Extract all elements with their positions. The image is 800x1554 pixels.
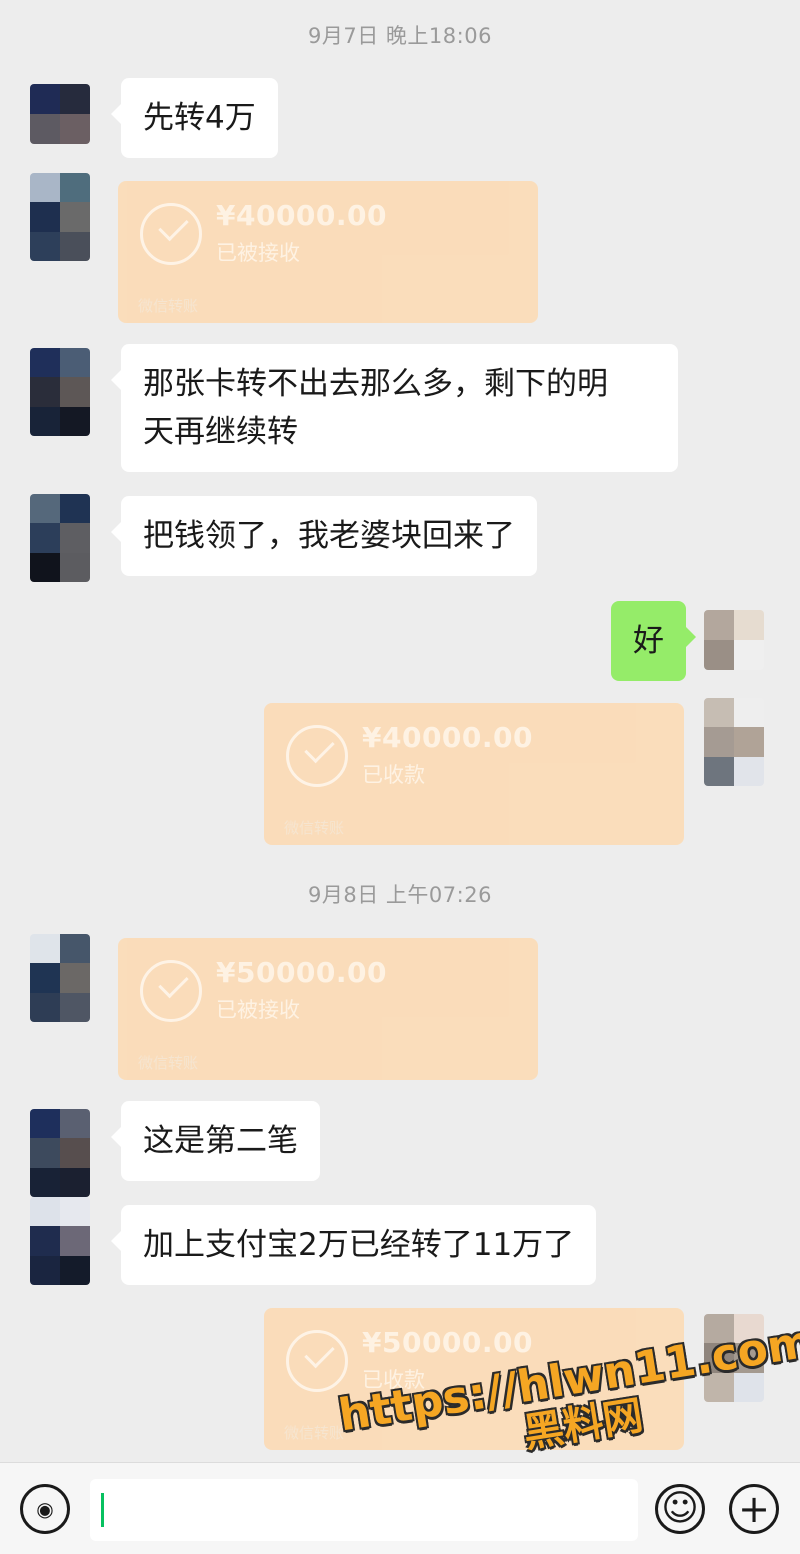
message-text: 加上支付宝2万已经转了11万了 [143, 1227, 575, 1263]
transfer-footer: 微信转账 [138, 297, 199, 315]
check-circle-icon [286, 725, 348, 787]
transfer-status: 已被接收 [216, 241, 300, 265]
avatar[interactable] [30, 173, 90, 261]
transfer-amount: ¥40000.00 [362, 721, 533, 754]
own-avatar[interactable] [704, 698, 764, 786]
voice-icon[interactable]: ◉ [20, 1484, 70, 1534]
check-circle-icon [140, 203, 202, 265]
own-message-bubble[interactable]: 好 [611, 601, 696, 681]
transfer-footer: 微信转账 [284, 819, 345, 837]
input-bar: ◉ ☺ + [0, 1462, 800, 1554]
message-input[interactable] [90, 1479, 638, 1541]
check-circle-icon [140, 960, 202, 1022]
transfer-status: 已被接收 [216, 998, 300, 1022]
message-bubble[interactable]: 把钱领了，我老婆块回来了 [111, 496, 537, 576]
transfer-card[interactable]: ¥40000.00 已被接收 微信转账 [118, 181, 538, 323]
avatar[interactable] [30, 1109, 90, 1197]
timestamp: 9月8日 上午07:26 [308, 883, 492, 907]
transfer-card[interactable]: ¥40000.00 已收款 微信转账 [264, 703, 684, 845]
timestamp: 9月7日 晚上18:06 [308, 24, 492, 48]
transfer-amount: ¥50000.00 [216, 956, 387, 989]
check-circle-icon [286, 1330, 348, 1392]
avatar[interactable] [30, 84, 90, 144]
plus-glyph: + [738, 1487, 770, 1531]
message-bubble[interactable]: 先转4万 [111, 78, 278, 158]
avatar[interactable] [30, 348, 90, 436]
message-text: 把钱领了，我老婆块回来了 [143, 518, 515, 554]
chat-area[interactable]: 9月7日 晚上18:06 先转4万 ¥40000.00 已被接收 微信转账 那张… [0, 0, 800, 1462]
transfer-card[interactable]: ¥50000.00 已被接收 微信转账 [118, 938, 538, 1080]
voice-glyph: ◉ [36, 1497, 54, 1521]
transfer-amount: ¥40000.00 [216, 199, 387, 232]
emoji-icon[interactable]: ☺ [655, 1484, 705, 1534]
message-bubble[interactable]: 那张卡转不出去那么多，剩下的明 天再继续转 [111, 344, 678, 472]
message-text: 好 [633, 623, 664, 659]
transfer-status: 已收款 [362, 763, 425, 787]
transfer-footer: 微信转账 [284, 1424, 345, 1442]
transfer-amount: ¥50000.00 [362, 1326, 533, 1359]
plus-icon[interactable]: + [729, 1484, 779, 1534]
message-bubble[interactable]: 这是第二笔 [111, 1101, 320, 1181]
message-bubble[interactable]: 加上支付宝2万已经转了11万了 [110, 1205, 597, 1285]
emoji-glyph: ☺ [661, 1488, 699, 1529]
own-avatar[interactable] [704, 610, 764, 670]
avatar[interactable] [30, 1197, 90, 1285]
text-cursor [101, 1493, 104, 1527]
message-text: 先转4万 [143, 100, 256, 136]
transfer-footer: 微信转账 [138, 1054, 199, 1072]
message-text: 天再继续转 [143, 414, 298, 450]
message-text: 这是第二笔 [143, 1123, 298, 1159]
avatar[interactable] [30, 934, 90, 1022]
avatar[interactable] [30, 494, 90, 582]
message-text: 那张卡转不出去那么多，剩下的明 [143, 366, 608, 402]
